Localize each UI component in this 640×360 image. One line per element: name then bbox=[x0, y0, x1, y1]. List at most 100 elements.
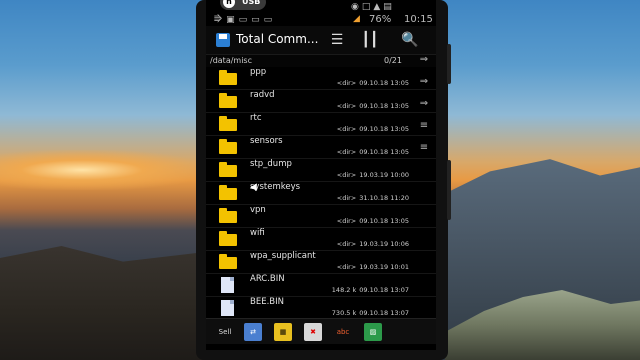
notification-icons: ⭆▣▭▭▭ bbox=[214, 15, 277, 25]
file-meta: <dir> 09.10.18 13:05 bbox=[337, 148, 409, 156]
file-meta: <dir> 19.03.19 10:06 bbox=[337, 240, 409, 248]
file-name: stp_dump bbox=[250, 159, 292, 169]
file-date: 09.10.18 13:07 bbox=[359, 286, 409, 294]
folder-icon bbox=[219, 208, 237, 223]
power-button[interactable] bbox=[447, 160, 451, 220]
folder-icon bbox=[219, 231, 237, 246]
arrow-right-icon[interactable]: ⇒ bbox=[416, 54, 432, 76]
file-row[interactable]: ARC.BIN 148.2 k 09.10.18 13:07 bbox=[206, 274, 436, 297]
file-row[interactable]: wpa_supplicant <dir> 19.03.19 10:01 bbox=[206, 251, 436, 274]
file-date: 09.10.18 13:05 bbox=[359, 217, 409, 225]
file-size: <dir> bbox=[336, 194, 357, 202]
file-name: rtc bbox=[250, 113, 262, 123]
file-date: 19.03.19 10:06 bbox=[359, 240, 409, 248]
columns-icon[interactable]: ┃┃ bbox=[361, 31, 379, 49]
file-row[interactable]: radvd <dir> 09.10.18 13:05 bbox=[206, 90, 436, 113]
sunset-glow bbox=[0, 150, 205, 190]
app-logo-icon: h bbox=[223, 0, 235, 8]
folder-icon bbox=[219, 70, 237, 85]
file-row[interactable]: BEE.BIN 730.5 k 09.10.18 13:07 bbox=[206, 297, 436, 320]
file-list: ppp <dir> 09.10.18 13:05 radvd <dir> 09.10.18… bbox=[206, 67, 436, 343]
file-date: 09.10.18 13:05 bbox=[359, 125, 409, 133]
side-rail: ⇒ ⇒ ⇒ ≡ ≡ bbox=[416, 54, 432, 164]
file-row[interactable]: rtc <dir> 09.10.18 13:05 bbox=[206, 113, 436, 136]
phone-screen: h USB ⭆▣▭▭▭ ◉□▲▤ ◢ 76% 10:15 Total Comm.… bbox=[206, 0, 436, 350]
file-size: <dir> bbox=[336, 240, 357, 248]
file-icon bbox=[221, 277, 234, 293]
quick-icons: ◉□▲▤ bbox=[351, 2, 395, 12]
file-date: 09.10.18 13:05 bbox=[359, 148, 409, 156]
file-date: 19.03.19 10:00 bbox=[359, 171, 409, 179]
file-meta: <dir> 19.03.19 10:01 bbox=[337, 263, 409, 271]
file-row[interactable]: systemkeys <dir> 31.10.18 11:20 bbox=[206, 182, 436, 205]
zip-icon[interactable]: ▦ bbox=[274, 323, 292, 341]
file-date: 31.10.18 11:20 bbox=[359, 194, 409, 202]
file-size: 730.5 k bbox=[331, 309, 357, 317]
file-meta: <dir> 19.03.19 10:00 bbox=[337, 171, 409, 179]
new-folder-icon[interactable]: ▨ bbox=[364, 323, 382, 341]
file-meta: 730.5 k 09.10.18 13:07 bbox=[332, 309, 409, 317]
file-meta: <dir> 09.10.18 13:05 bbox=[337, 102, 409, 110]
file-date: 09.10.18 13:05 bbox=[359, 102, 409, 110]
app-title: Total Comm... bbox=[236, 32, 319, 46]
file-size: <dir> bbox=[336, 217, 357, 225]
floppy-disk-icon[interactable] bbox=[216, 33, 230, 47]
file-size: <dir> bbox=[336, 102, 357, 110]
file-name: sensors bbox=[250, 136, 283, 146]
volume-button[interactable] bbox=[447, 44, 451, 84]
file-name: vpn bbox=[250, 205, 266, 215]
usb-badge: h USB bbox=[220, 0, 266, 10]
left-hills bbox=[0, 246, 205, 360]
file-date: 09.10.18 13:07 bbox=[359, 309, 409, 317]
signal-icon: ◢ bbox=[353, 14, 360, 24]
file-meta: <dir> 09.10.18 13:05 bbox=[337, 79, 409, 87]
arrow-right-icon[interactable]: ⇒ bbox=[416, 76, 432, 98]
file-row[interactable]: stp_dump <dir> 19.03.19 10:00 bbox=[206, 159, 436, 182]
file-meta: <dir> 09.10.18 13:05 bbox=[337, 217, 409, 225]
current-path: /data/misc bbox=[210, 56, 252, 65]
path-bar[interactable]: /data/misc 0/21 bbox=[206, 55, 436, 67]
file-name: ARC.BIN bbox=[250, 274, 285, 284]
file-row[interactable]: vpn <dir> 09.10.18 13:05 bbox=[206, 205, 436, 228]
file-name: wifi bbox=[250, 228, 265, 238]
folder-icon bbox=[219, 93, 237, 108]
folder-icon bbox=[219, 185, 237, 200]
usb-label: USB bbox=[242, 0, 261, 6]
battery-level: 76% bbox=[369, 14, 392, 25]
file-row[interactable]: wifi <dir> 19.03.19 10:06 bbox=[206, 228, 436, 251]
search-icon[interactable]: 🔍 bbox=[401, 31, 419, 49]
file-name: radvd bbox=[250, 90, 275, 100]
copy-icon[interactable]: ⇄ bbox=[244, 323, 262, 341]
file-meta: <dir> 09.10.18 13:05 bbox=[337, 125, 409, 133]
file-size: <dir> bbox=[336, 148, 357, 156]
copy-files-icon[interactable]: ☰ bbox=[328, 31, 346, 49]
selection-count: 0/21 bbox=[384, 56, 402, 65]
select-all-button[interactable]: Sell bbox=[216, 323, 234, 341]
file-meta: <dir> 31.10.18 11:20 bbox=[337, 194, 409, 202]
file-name: wpa_supplicant bbox=[250, 251, 316, 261]
select-label: Sell bbox=[218, 328, 232, 336]
file-meta: 148.2 k 09.10.18 13:07 bbox=[332, 286, 409, 294]
file-size: 148.2 k bbox=[331, 286, 357, 294]
equals-icon[interactable]: ≡ bbox=[416, 120, 432, 142]
arrow-right-icon[interactable]: ⇒ bbox=[416, 98, 432, 120]
file-row[interactable]: ppp <dir> 09.10.18 13:05 bbox=[206, 67, 436, 90]
equals-icon[interactable]: ≡ bbox=[416, 142, 432, 164]
bottom-toolbar: Sell ⇄ ▦ ✖ abc ▨ bbox=[206, 318, 436, 345]
app-toolbar: Total Comm... ☰ ┃┃ 🔍 bbox=[206, 26, 436, 55]
file-size: <dir> bbox=[336, 263, 357, 271]
file-name: ppp bbox=[250, 67, 267, 77]
delete-icon[interactable]: ✖ bbox=[304, 323, 322, 341]
status-bar: h USB ⭆▣▭▭▭ ◉□▲▤ ◢ 76% 10:15 bbox=[206, 0, 436, 26]
file-icon bbox=[221, 300, 234, 316]
file-size: <dir> bbox=[336, 125, 357, 133]
file-row[interactable]: sensors <dir> 09.10.18 13:05 bbox=[206, 136, 436, 159]
file-date: 09.10.18 13:05 bbox=[359, 79, 409, 87]
rename-icon[interactable]: abc bbox=[334, 323, 352, 341]
file-size: <dir> bbox=[336, 171, 357, 179]
file-size: <dir> bbox=[336, 79, 357, 87]
folder-icon bbox=[219, 116, 237, 131]
phone-device: h USB ⭆▣▭▭▭ ◉□▲▤ ◢ 76% 10:15 Total Comm.… bbox=[196, 0, 451, 360]
android-nav-bar bbox=[206, 344, 436, 350]
clock: 10:15 bbox=[404, 14, 433, 25]
